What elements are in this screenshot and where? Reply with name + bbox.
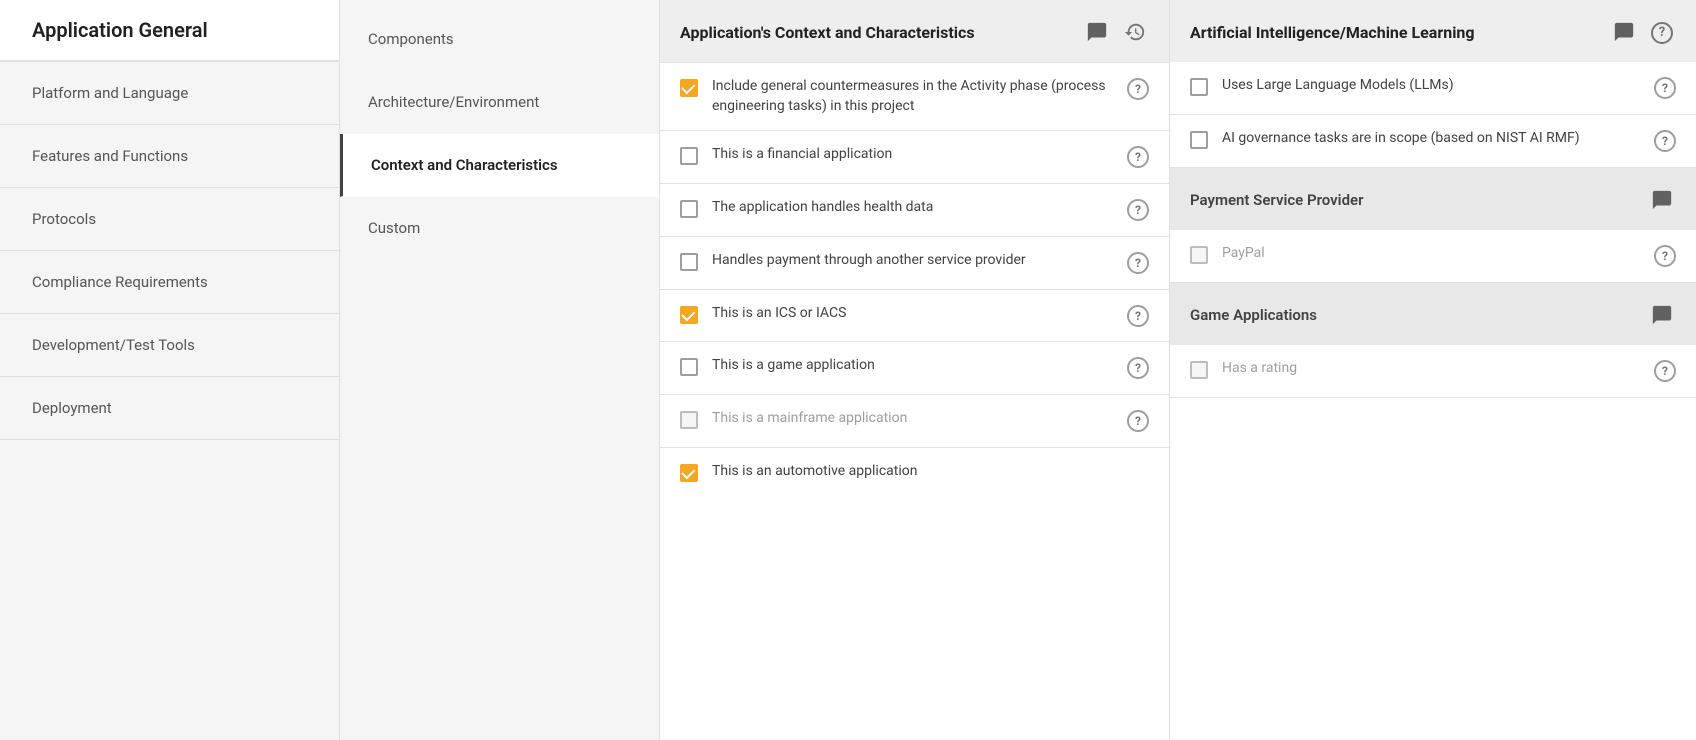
game-applications-section: Game Applications Has a rating ? (1170, 283, 1696, 398)
checkbox-ics[interactable] (680, 306, 698, 324)
game-section-title: Game Applications (1190, 306, 1648, 324)
nav-item-devtools[interactable]: Development/Test Tools (0, 314, 339, 377)
payment-chat-icon[interactable] (1648, 186, 1676, 214)
check-row-payment-provider: Handles payment through another service … (660, 237, 1169, 290)
label-countermeasures: Include general countermeasures in the A… (712, 77, 1113, 116)
right-panel: Artificial Intelligence/Machine Learning… (1170, 0, 1696, 740)
ai-help-icon[interactable]: ? (1648, 18, 1676, 46)
check-row-mainframe: This is a mainframe application ? (660, 395, 1169, 448)
payment-section-content: PayPal ? (1170, 230, 1696, 282)
sub-nav: Components Architecture/Environment Cont… (340, 0, 660, 740)
context-header-icons (1083, 18, 1149, 46)
subnav-item-arch[interactable]: Architecture/Environment (340, 71, 659, 134)
help-health[interactable]: ? (1127, 199, 1149, 221)
nav-item-deployment[interactable]: Deployment (0, 377, 339, 440)
label-paypal: PayPal (1222, 244, 1640, 264)
game-section-header: Game Applications (1170, 283, 1696, 345)
checkbox-rating (1190, 361, 1208, 379)
nav-item-protocols[interactable]: Protocols (0, 188, 339, 251)
check-row-llm: Uses Large Language Models (LLMs) ? (1170, 62, 1696, 115)
context-section-title: Application's Context and Characteristic… (680, 23, 1083, 42)
nav-item-features[interactable]: Features and Functions (0, 125, 339, 188)
nav-item-compliance[interactable]: Compliance Requirements (0, 251, 339, 314)
payment-section-title: Payment Service Provider (1190, 191, 1648, 209)
check-row-governance: AI governance tasks are in scope (based … (1170, 115, 1696, 167)
payment-provider-section: Payment Service Provider PayPal ? (1170, 168, 1696, 283)
help-game[interactable]: ? (1127, 357, 1149, 379)
check-row-paypal: PayPal ? (1170, 230, 1696, 282)
checkbox-health[interactable] (680, 200, 698, 218)
label-governance: AI governance tasks are in scope (based … (1222, 129, 1640, 149)
ai-header-icons: ? (1610, 18, 1676, 46)
ai-section-title: Artificial Intelligence/Machine Learning (1190, 23, 1610, 42)
check-row-financial: This is a financial application ? (660, 131, 1169, 184)
label-llm: Uses Large Language Models (LLMs) (1222, 76, 1640, 96)
game-chat-icon[interactable] (1648, 301, 1676, 329)
ai-section-content: Uses Large Language Models (LLMs) ? AI g… (1170, 62, 1696, 167)
checkbox-mainframe (680, 411, 698, 429)
subnav-item-context[interactable]: Context and Characteristics (340, 134, 659, 197)
check-row-health: The application handles health data ? (660, 184, 1169, 237)
game-section-content: Has a rating ? (1170, 345, 1696, 397)
checkbox-game[interactable] (680, 358, 698, 376)
help-payment-provider[interactable]: ? (1127, 252, 1149, 274)
checkbox-llm[interactable] (1190, 78, 1208, 96)
context-chat-icon[interactable] (1083, 18, 1111, 46)
help-paypal[interactable]: ? (1654, 245, 1676, 267)
label-payment-provider: Handles payment through another service … (712, 251, 1113, 271)
checkbox-governance[interactable] (1190, 131, 1208, 149)
help-governance[interactable]: ? (1654, 130, 1676, 152)
help-rating[interactable]: ? (1654, 360, 1676, 382)
check-row-rating: Has a rating ? (1170, 345, 1696, 397)
checkbox-payment-provider[interactable] (680, 253, 698, 271)
ai-chat-icon[interactable] (1610, 18, 1638, 46)
help-llm[interactable]: ? (1654, 77, 1676, 99)
label-mainframe: This is a mainframe application (712, 409, 1113, 429)
check-row-game: This is a game application ? (660, 342, 1169, 395)
context-characteristics-panel: Application's Context and Characteristic… (660, 0, 1170, 740)
left-nav: Application General Platform and Languag… (0, 0, 340, 740)
label-rating: Has a rating (1222, 359, 1640, 379)
help-financial[interactable]: ? (1127, 146, 1149, 168)
payment-section-header: Payment Service Provider (1170, 168, 1696, 230)
subnav-item-components[interactable]: Components (340, 8, 659, 71)
check-row-countermeasures: Include general countermeasures in the A… (660, 63, 1169, 131)
nav-header: Application General (0, 0, 339, 62)
nav-item-platform[interactable]: Platform and Language (0, 62, 339, 125)
label-financial: This is a financial application (712, 145, 1113, 165)
help-mainframe[interactable]: ? (1127, 410, 1149, 432)
check-row-ics: This is an ICS or IACS ? (660, 290, 1169, 342)
context-history-icon[interactable] (1121, 18, 1149, 46)
ai-section-header: Artificial Intelligence/Machine Learning… (1170, 0, 1696, 62)
help-countermeasures[interactable]: ? (1127, 78, 1149, 100)
subnav-item-custom[interactable]: Custom (340, 197, 659, 260)
checkbox-automotive[interactable] (680, 464, 698, 482)
context-section-header: Application's Context and Characteristic… (660, 0, 1169, 63)
checkbox-countermeasures[interactable] (680, 79, 698, 97)
label-game: This is a game application (712, 356, 1113, 376)
label-health: The application handles health data (712, 198, 1113, 218)
payment-header-icons (1648, 186, 1676, 214)
check-row-automotive: This is an automotive application ? (660, 448, 1169, 499)
label-automotive: This is an automotive application (712, 462, 1113, 482)
checkbox-financial[interactable] (680, 147, 698, 165)
help-ics[interactable]: ? (1127, 305, 1149, 327)
label-ics: This is an ICS or IACS (712, 304, 1113, 324)
game-header-icons (1648, 301, 1676, 329)
ai-section: Artificial Intelligence/Machine Learning… (1170, 0, 1696, 168)
checkbox-paypal (1190, 246, 1208, 264)
